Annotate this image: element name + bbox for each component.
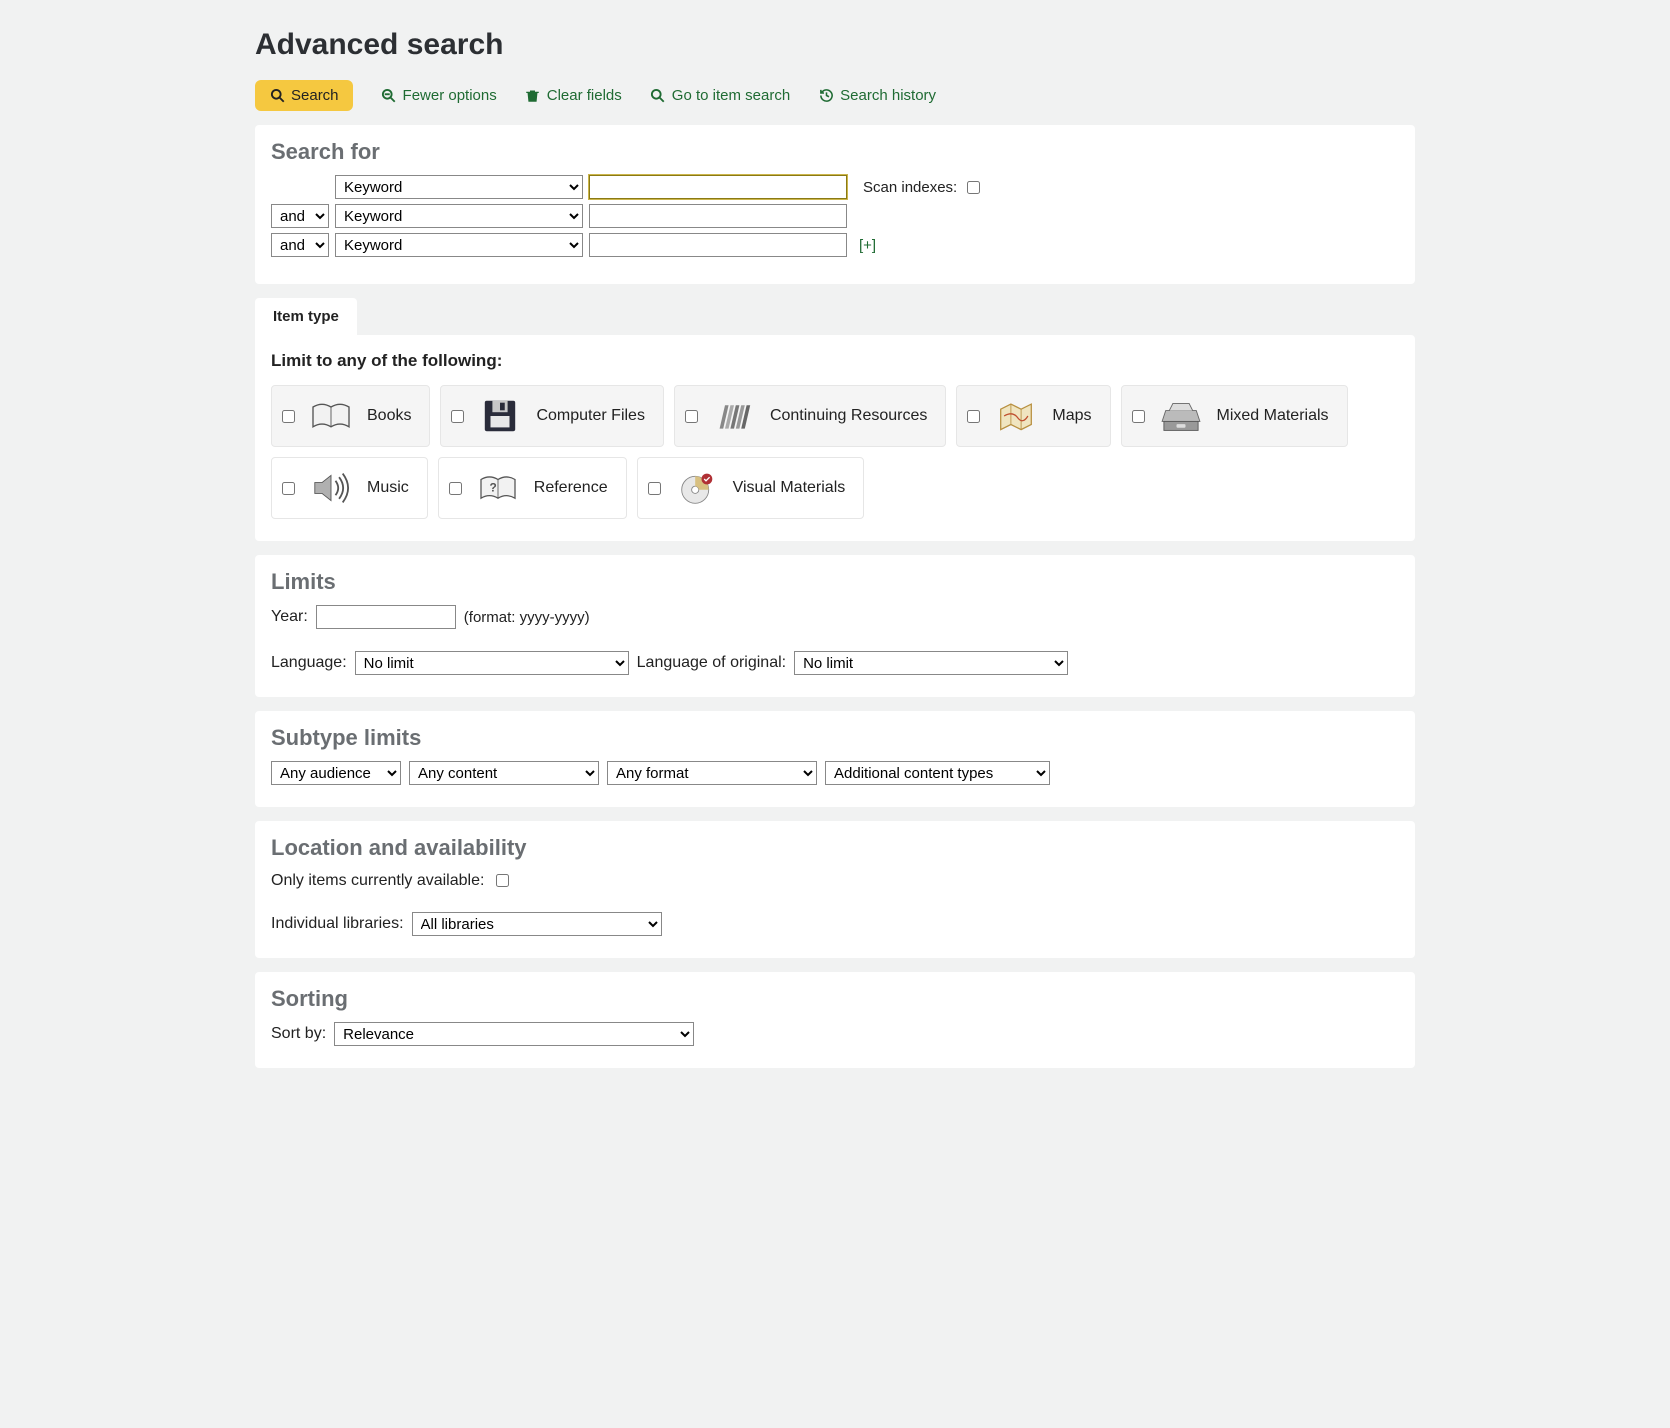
item-type-label: Mixed Materials — [1217, 407, 1329, 425]
page-title: Advanced search — [255, 28, 1415, 62]
field-select[interactable]: Keyword — [335, 233, 583, 257]
item-type-mixed-materials[interactable]: Mixed Materials — [1121, 385, 1348, 447]
sort-by-select[interactable]: Relevance — [334, 1022, 694, 1046]
search-row: and Keyword — [271, 204, 1399, 228]
fewer-options-button[interactable]: Fewer options — [381, 87, 497, 104]
field-select[interactable]: Keyword — [335, 204, 583, 228]
item-type-reference[interactable]: ? Reference — [438, 457, 627, 519]
item-type-label: Visual Materials — [733, 479, 846, 497]
drawer-icon — [1159, 396, 1203, 436]
speaker-icon — [309, 468, 353, 508]
item-type-music[interactable]: Music — [271, 457, 428, 519]
additional-content-select[interactable]: Additional content types — [825, 761, 1050, 785]
search-history-label: Search history — [840, 87, 936, 104]
reference-icon: ? — [476, 468, 520, 508]
go-to-item-search-button[interactable]: Go to item search — [650, 87, 790, 104]
fewer-options-label: Fewer options — [403, 87, 497, 104]
operator-select[interactable]: and — [271, 233, 329, 257]
language-original-label: Language of original: — [637, 654, 786, 672]
item-type-label: Continuing Resources — [770, 407, 927, 425]
item-type-label: Books — [367, 407, 411, 425]
search-button[interactable]: Search — [255, 80, 353, 111]
year-hint: (format: yyyy-yyyy) — [464, 609, 590, 626]
add-search-row[interactable]: [+] — [859, 237, 876, 254]
sorting-panel: Sorting Sort by: Relevance — [255, 972, 1415, 1068]
item-type-checkbox[interactable] — [282, 482, 295, 495]
limits-panel: Limits Year: (format: yyyy-yyyy) Languag… — [255, 555, 1415, 697]
svg-text:?: ? — [489, 480, 496, 494]
toolbar: Search Fewer options Clear fields Go to … — [255, 80, 1415, 111]
sort-by-label: Sort by: — [271, 1025, 326, 1043]
item-type-maps[interactable]: Maps — [956, 385, 1110, 447]
item-type-checkbox[interactable] — [449, 482, 462, 495]
search-button-label: Search — [291, 87, 339, 104]
search-term-input[interactable] — [589, 175, 847, 199]
item-type-books[interactable]: Books — [271, 385, 430, 447]
available-label: Only items currently available: — [271, 872, 484, 890]
individual-libraries-label: Individual libraries: — [271, 915, 404, 933]
location-panel: Location and availability Only items cur… — [255, 821, 1415, 958]
scan-indexes-label: Scan indexes: — [863, 179, 957, 196]
item-type-computer-files[interactable]: Computer Files — [440, 385, 663, 447]
field-select[interactable]: Keyword — [335, 175, 583, 199]
year-input[interactable] — [316, 605, 456, 629]
sorting-heading: Sorting — [271, 986, 1399, 1012]
limits-heading: Limits — [271, 569, 1399, 595]
stack-icon — [712, 396, 756, 436]
item-type-label: Maps — [1052, 407, 1091, 425]
go-to-item-search-label: Go to item search — [672, 87, 790, 104]
search-history-button[interactable]: Search history — [818, 87, 936, 104]
item-type-label: Reference — [534, 479, 608, 497]
zoom-out-icon — [381, 88, 397, 104]
tab-item-type[interactable]: Item type — [255, 298, 357, 335]
clear-fields-label: Clear fields — [547, 87, 622, 104]
individual-libraries-select[interactable]: All libraries — [412, 912, 662, 936]
item-type-checkbox[interactable] — [685, 410, 698, 423]
disc-icon — [675, 468, 719, 508]
content-select[interactable]: Any content — [409, 761, 599, 785]
format-select[interactable]: Any format — [607, 761, 817, 785]
item-type-checkbox[interactable] — [648, 482, 661, 495]
trash-icon — [525, 88, 541, 104]
subtype-heading: Subtype limits — [271, 725, 1399, 751]
item-type-heading: Limit to any of the following: — [271, 351, 1399, 371]
search-icon — [269, 88, 285, 104]
item-type-label: Computer Files — [536, 407, 644, 425]
item-type-continuing-resources[interactable]: Continuing Resources — [674, 385, 946, 447]
item-type-checkbox[interactable] — [1132, 410, 1145, 423]
language-label: Language: — [271, 654, 347, 672]
book-icon — [309, 396, 353, 436]
search-term-input[interactable] — [589, 233, 847, 257]
location-heading: Location and availability — [271, 835, 1399, 861]
available-checkbox[interactable] — [496, 874, 509, 887]
audience-select[interactable]: Any audience — [271, 761, 401, 785]
item-type-checkbox[interactable] — [967, 410, 980, 423]
item-type-checkbox[interactable] — [282, 410, 295, 423]
search-for-panel: Search for Keyword Scan indexes: and Key… — [255, 125, 1415, 284]
language-select[interactable]: No limit — [355, 651, 629, 675]
history-icon — [818, 88, 834, 104]
map-icon — [994, 396, 1038, 436]
search-term-input[interactable] — [589, 204, 847, 228]
subtype-panel: Subtype limits Any audience Any content … — [255, 711, 1415, 807]
scan-indexes-checkbox[interactable] — [967, 181, 980, 194]
search-for-heading: Search for — [271, 139, 1399, 165]
year-label: Year: — [271, 608, 308, 626]
search-row: and Keyword [+] — [271, 233, 1399, 257]
item-type-label: Music — [367, 479, 409, 497]
search-row: Keyword Scan indexes: — [271, 175, 1399, 199]
search-icon — [650, 88, 666, 104]
item-type-checkbox[interactable] — [451, 410, 464, 423]
item-type-visual-materials[interactable]: Visual Materials — [637, 457, 865, 519]
language-original-select[interactable]: No limit — [794, 651, 1068, 675]
item-type-panel: Limit to any of the following: Books Com… — [255, 335, 1415, 541]
operator-select[interactable]: and — [271, 204, 329, 228]
floppy-icon — [478, 396, 522, 436]
clear-fields-button[interactable]: Clear fields — [525, 87, 622, 104]
